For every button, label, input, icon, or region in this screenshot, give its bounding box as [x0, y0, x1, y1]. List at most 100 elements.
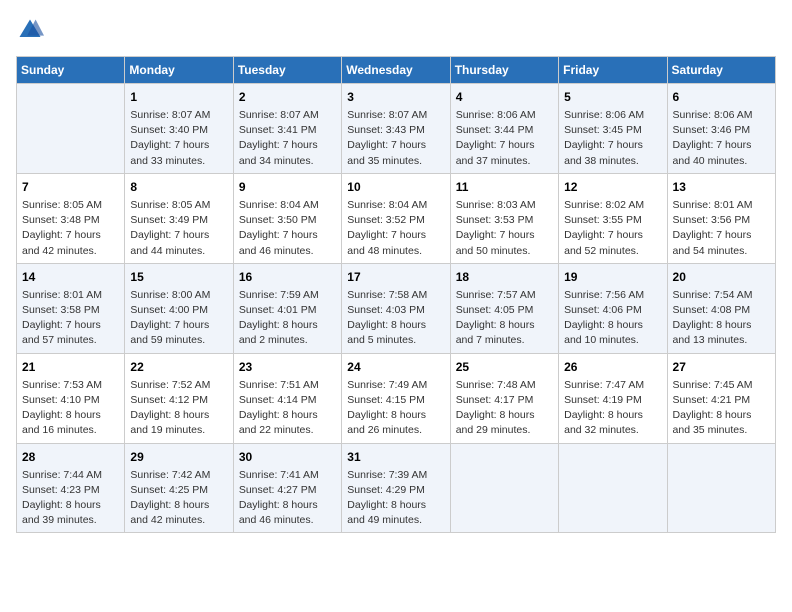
day-number: 11	[456, 178, 553, 196]
day-number: 14	[22, 268, 119, 286]
day-detail: Sunrise: 8:01 AM Sunset: 3:58 PM Dayligh…	[22, 288, 119, 349]
day-detail: Sunrise: 7:56 AM Sunset: 4:06 PM Dayligh…	[564, 288, 661, 349]
calendar-cell: 17Sunrise: 7:58 AM Sunset: 4:03 PM Dayli…	[342, 263, 450, 353]
calendar-cell: 6 Sunrise: 8:06 AM Sunset: 3:46 PM Daylig…	[667, 84, 775, 174]
day-number: 12	[564, 178, 661, 196]
calendar-cell: 7 Sunrise: 8:05 AM Sunset: 3:48 PM Daylig…	[17, 173, 125, 263]
day-detail: Sunrise: 7:42 AM Sunset: 4:25 PM Dayligh…	[130, 468, 227, 529]
calendar-cell	[450, 443, 558, 533]
day-detail: Sunrise: 7:54 AM Sunset: 4:08 PM Dayligh…	[673, 288, 770, 349]
day-detail: Sunrise: 7:39 AM Sunset: 4:29 PM Dayligh…	[347, 468, 444, 529]
calendar-cell: 22Sunrise: 7:52 AM Sunset: 4:12 PM Dayli…	[125, 353, 233, 443]
calendar-cell: 23 Sunrise: 7:51 AM Sunset: 4:14 PM Dayli…	[233, 353, 341, 443]
day-detail: Sunrise: 8:07 AM Sunset: 3:41 PM Dayligh…	[239, 108, 336, 169]
calendar-cell: 3 Sunrise: 8:07 AM Sunset: 3:43 PM Daylig…	[342, 84, 450, 174]
day-number: 24	[347, 358, 444, 376]
weekday-header-saturday: Saturday	[667, 57, 775, 84]
day-number: 9	[239, 178, 336, 196]
day-number: 3	[347, 88, 444, 106]
day-number: 13	[673, 178, 770, 196]
calendar-cell: 10Sunrise: 8:04 AM Sunset: 3:52 PM Dayli…	[342, 173, 450, 263]
day-detail: Sunrise: 7:45 AM Sunset: 4:21 PM Dayligh…	[673, 378, 770, 439]
calendar-cell: 1Sunrise: 8:07 AM Sunset: 3:40 PM Daylig…	[125, 84, 233, 174]
calendar-cell: 18 Sunrise: 7:57 AM Sunset: 4:05 PM Dayli…	[450, 263, 558, 353]
day-number: 27	[673, 358, 770, 376]
calendar-cell: 8 Sunrise: 8:05 AM Sunset: 3:49 PM Daylig…	[125, 173, 233, 263]
day-number: 19	[564, 268, 661, 286]
calendar-cell: 14 Sunrise: 8:01 AM Sunset: 3:58 PM Dayli…	[17, 263, 125, 353]
day-detail: Sunrise: 7:47 AM Sunset: 4:19 PM Dayligh…	[564, 378, 661, 439]
weekday-header-wednesday: Wednesday	[342, 57, 450, 84]
day-number: 18	[456, 268, 553, 286]
calendar-cell: 25Sunrise: 7:48 AM Sunset: 4:17 PM Dayli…	[450, 353, 558, 443]
day-number: 17	[347, 268, 444, 286]
day-detail: Sunrise: 7:59 AM Sunset: 4:01 PM Dayligh…	[239, 288, 336, 349]
day-detail: Sunrise: 8:00 AM Sunset: 4:00 PM Dayligh…	[130, 288, 227, 349]
day-detail: Sunrise: 8:02 AM Sunset: 3:55 PM Dayligh…	[564, 198, 661, 259]
day-detail: Sunrise: 7:57 AM Sunset: 4:05 PM Dayligh…	[456, 288, 553, 349]
weekday-header-sunday: Sunday	[17, 57, 125, 84]
day-detail: Sunrise: 8:06 AM Sunset: 3:46 PM Dayligh…	[673, 108, 770, 169]
weekday-header-tuesday: Tuesday	[233, 57, 341, 84]
calendar-cell: 24 Sunrise: 7:49 AM Sunset: 4:15 PM Dayli…	[342, 353, 450, 443]
day-number: 29	[130, 448, 227, 466]
logo	[16, 16, 48, 44]
day-number: 28	[22, 448, 119, 466]
day-number: 25	[456, 358, 553, 376]
calendar-cell: 29 Sunrise: 7:42 AM Sunset: 4:25 PM Dayli…	[125, 443, 233, 533]
calendar-cell: 4 Sunrise: 8:06 AM Sunset: 3:44 PM Daylig…	[450, 84, 558, 174]
weekday-header-row: SundayMondayTuesdayWednesdayThursdayFrid…	[17, 57, 776, 84]
day-number: 8	[130, 178, 227, 196]
day-number: 5	[564, 88, 661, 106]
day-detail: Sunrise: 7:53 AM Sunset: 4:10 PM Dayligh…	[22, 378, 119, 439]
weekday-header-friday: Friday	[559, 57, 667, 84]
day-number: 15	[130, 268, 227, 286]
day-detail: Sunrise: 8:06 AM Sunset: 3:44 PM Dayligh…	[456, 108, 553, 169]
calendar-cell: 20 Sunrise: 7:54 AM Sunset: 4:08 PM Dayli…	[667, 263, 775, 353]
calendar-cell	[17, 84, 125, 174]
calendar-cell: 31 Sunrise: 7:39 AM Sunset: 4:29 PM Dayli…	[342, 443, 450, 533]
day-detail: Sunrise: 8:06 AM Sunset: 3:45 PM Dayligh…	[564, 108, 661, 169]
calendar-week-row: 14 Sunrise: 8:01 AM Sunset: 3:58 PM Dayli…	[17, 263, 776, 353]
calendar-cell: 12 Sunrise: 8:02 AM Sunset: 3:55 PM Dayli…	[559, 173, 667, 263]
day-detail: Sunrise: 7:51 AM Sunset: 4:14 PM Dayligh…	[239, 378, 336, 439]
calendar-cell: 28 Sunrise: 7:44 AM Sunset: 4:23 PM Dayli…	[17, 443, 125, 533]
logo-icon	[16, 16, 44, 44]
day-number: 22	[130, 358, 227, 376]
day-detail: Sunrise: 8:05 AM Sunset: 3:48 PM Dayligh…	[22, 198, 119, 259]
day-number: 21	[22, 358, 119, 376]
day-number: 10	[347, 178, 444, 196]
calendar-cell: 30Sunrise: 7:41 AM Sunset: 4:27 PM Dayli…	[233, 443, 341, 533]
day-detail: Sunrise: 8:07 AM Sunset: 3:43 PM Dayligh…	[347, 108, 444, 169]
calendar-cell: 19 Sunrise: 7:56 AM Sunset: 4:06 PM Dayli…	[559, 263, 667, 353]
day-number: 4	[456, 88, 553, 106]
calendar-week-row: 7 Sunrise: 8:05 AM Sunset: 3:48 PM Daylig…	[17, 173, 776, 263]
calendar-cell: 5 Sunrise: 8:06 AM Sunset: 3:45 PM Daylig…	[559, 84, 667, 174]
calendar-cell	[667, 443, 775, 533]
calendar-week-row: 28 Sunrise: 7:44 AM Sunset: 4:23 PM Dayli…	[17, 443, 776, 533]
day-detail: Sunrise: 8:05 AM Sunset: 3:49 PM Dayligh…	[130, 198, 227, 259]
day-detail: Sunrise: 8:03 AM Sunset: 3:53 PM Dayligh…	[456, 198, 553, 259]
calendar-cell: 13 Sunrise: 8:01 AM Sunset: 3:56 PM Dayli…	[667, 173, 775, 263]
day-number: 31	[347, 448, 444, 466]
calendar-cell: 15 Sunrise: 8:00 AM Sunset: 4:00 PM Dayli…	[125, 263, 233, 353]
day-detail: Sunrise: 7:44 AM Sunset: 4:23 PM Dayligh…	[22, 468, 119, 529]
calendar-cell: 11 Sunrise: 8:03 AM Sunset: 3:53 PM Dayli…	[450, 173, 558, 263]
day-number: 20	[673, 268, 770, 286]
day-number: 26	[564, 358, 661, 376]
day-detail: Sunrise: 7:49 AM Sunset: 4:15 PM Dayligh…	[347, 378, 444, 439]
day-detail: Sunrise: 8:01 AM Sunset: 3:56 PM Dayligh…	[673, 198, 770, 259]
day-number: 23	[239, 358, 336, 376]
calendar-cell: 2Sunrise: 8:07 AM Sunset: 3:41 PM Daylig…	[233, 84, 341, 174]
calendar-cell: 26 Sunrise: 7:47 AM Sunset: 4:19 PM Dayli…	[559, 353, 667, 443]
page-header	[16, 16, 776, 44]
weekday-header-thursday: Thursday	[450, 57, 558, 84]
weekday-header-monday: Monday	[125, 57, 233, 84]
calendar-week-row: 21 Sunrise: 7:53 AM Sunset: 4:10 PM Dayli…	[17, 353, 776, 443]
calendar-week-row: 1Sunrise: 8:07 AM Sunset: 3:40 PM Daylig…	[17, 84, 776, 174]
day-number: 6	[673, 88, 770, 106]
calendar-cell: 27 Sunrise: 7:45 AM Sunset: 4:21 PM Dayli…	[667, 353, 775, 443]
day-number: 7	[22, 178, 119, 196]
calendar-cell: 16Sunrise: 7:59 AM Sunset: 4:01 PM Dayli…	[233, 263, 341, 353]
day-number: 30	[239, 448, 336, 466]
